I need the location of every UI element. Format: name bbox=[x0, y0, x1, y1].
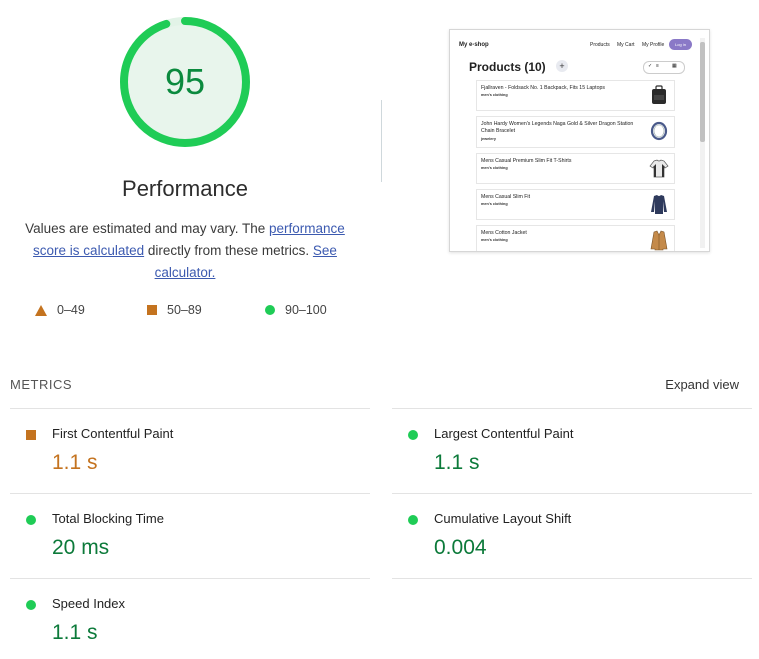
list-item: John Hardy Women's Legends Naga Gold & S… bbox=[476, 116, 675, 148]
metric-value: 0.004 bbox=[434, 536, 487, 559]
score-description: Values are estimated and may vary. The p… bbox=[20, 218, 350, 284]
preview-add-button: + bbox=[556, 60, 568, 72]
performance-score: 95 bbox=[164, 61, 206, 102]
jacket-icon bbox=[650, 230, 668, 251]
metric-name: Largest Contentful Paint bbox=[434, 426, 574, 441]
product-name: Mens Cotton Jacket bbox=[481, 230, 527, 236]
metric-name: Total Blocking Time bbox=[52, 511, 164, 526]
metric-name: Cumulative Layout Shift bbox=[434, 511, 572, 526]
description-text-middle: directly from these metrics. bbox=[144, 243, 313, 258]
score-legend: 0–49 50–89 90–100 bbox=[0, 303, 370, 321]
preview-product-list: Fjallraven - Foldsack No. 1 Backpack, Fi… bbox=[476, 80, 675, 251]
circle-icon bbox=[265, 305, 275, 315]
product-category: men's clothing bbox=[481, 202, 508, 206]
vertical-divider bbox=[381, 100, 382, 182]
metric-speed-index: Speed Index 1.1 s bbox=[10, 579, 350, 659]
final-screenshot-preview[interactable]: My e-shop Products My Cart My Profile Lo… bbox=[449, 29, 710, 252]
preview-brand: My e-shop bbox=[459, 42, 489, 48]
product-name: Mens Casual Premium Slim Fit T-Shirts bbox=[481, 158, 572, 164]
list-item: Mens Casual Premium Slim Fit T-Shirts me… bbox=[476, 153, 675, 184]
preview-login-button: Log in bbox=[669, 39, 692, 50]
product-name: Fjallraven - Foldsack No. 1 Backpack, Fi… bbox=[481, 85, 605, 91]
metric-total-blocking-time: Total Blocking Time 20 ms bbox=[10, 494, 350, 574]
preview-scrollbar bbox=[700, 38, 705, 248]
square-icon bbox=[26, 430, 36, 440]
list-item: Mens Cotton Jacket men's clothing bbox=[476, 225, 675, 251]
circle-icon bbox=[26, 600, 36, 610]
metric-name: First Contentful Paint bbox=[52, 426, 174, 441]
check-icon: ✓ bbox=[648, 63, 653, 69]
longsleeve-icon bbox=[651, 195, 667, 214]
legend-item-fail: 0–49 bbox=[35, 303, 85, 317]
circle-icon bbox=[408, 515, 418, 525]
product-name: Mens Casual Slim Fit bbox=[481, 194, 531, 200]
product-category: men's clothing bbox=[481, 93, 508, 97]
circle-icon bbox=[408, 430, 418, 440]
square-icon bbox=[147, 305, 157, 315]
performance-gauge: 95 bbox=[118, 15, 252, 149]
bracelet-icon bbox=[650, 121, 668, 141]
metric-value: 1.1 s bbox=[434, 451, 480, 474]
legend-item-pass: 90–100 bbox=[265, 303, 327, 317]
legend-item-average: 50–89 bbox=[147, 303, 202, 317]
triangle-icon bbox=[35, 304, 47, 316]
product-category: men's clothing bbox=[481, 238, 508, 242]
list-icon: ≡ bbox=[656, 63, 659, 69]
preview-nav-cart: My Cart bbox=[617, 42, 635, 48]
metrics-heading: METRICS bbox=[10, 377, 72, 392]
metric-value: 1.1 s bbox=[52, 621, 98, 644]
metric-cumulative-layout-shift: Cumulative Layout Shift 0.004 bbox=[392, 494, 732, 574]
preview-page-title: Products (10) bbox=[469, 60, 546, 74]
metric-value: 20 ms bbox=[52, 536, 110, 559]
preview-view-toggle: ✓ ≡ ▦ bbox=[643, 61, 685, 74]
product-name: John Hardy Women's Legends Naga Gold & S… bbox=[481, 121, 634, 134]
description-text: Values are estimated and may vary. The bbox=[25, 221, 270, 236]
divider bbox=[392, 578, 752, 579]
preview-nav-products: Products bbox=[590, 42, 610, 48]
backpack-icon bbox=[652, 85, 666, 104]
metric-name: Speed Index bbox=[52, 596, 126, 611]
preview-nav-profile: My Profile bbox=[642, 42, 665, 48]
metric-largest-contentful-paint: Largest Contentful Paint 1.1 s bbox=[392, 409, 732, 489]
legend-label: 90–100 bbox=[285, 303, 327, 317]
grid-icon: ▦ bbox=[672, 63, 677, 69]
gauge-title: Performance bbox=[122, 176, 248, 201]
preview-navbar: My e-shop Products My Cart My Profile Lo… bbox=[450, 38, 700, 52]
tshirt-icon bbox=[649, 159, 669, 178]
metric-first-contentful-paint: First Contentful Paint 1.1 s bbox=[10, 409, 350, 489]
list-item: Mens Casual Slim Fit men's clothing bbox=[476, 189, 675, 220]
product-category: men's clothing bbox=[481, 166, 508, 170]
list-item: Fjallraven - Foldsack No. 1 Backpack, Fi… bbox=[476, 80, 675, 111]
legend-label: 0–49 bbox=[57, 303, 85, 317]
legend-label: 50–89 bbox=[167, 303, 202, 317]
metric-value: 1.1 s bbox=[52, 451, 98, 474]
expand-view-toggle[interactable]: Expand view bbox=[665, 377, 739, 392]
circle-icon bbox=[26, 515, 36, 525]
product-category: jewelery bbox=[481, 137, 496, 141]
